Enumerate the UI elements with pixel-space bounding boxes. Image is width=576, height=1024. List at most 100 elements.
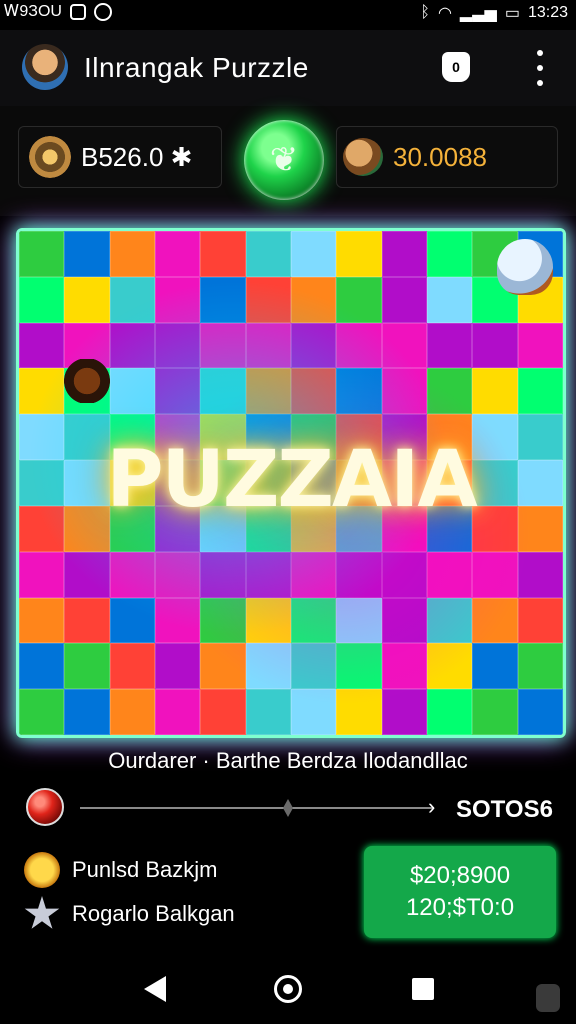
puzzle-piece[interactable] <box>19 643 65 690</box>
puzzle-piece[interactable] <box>426 551 473 598</box>
puzzle-piece[interactable] <box>381 231 427 277</box>
red-ball-icon[interactable] <box>26 788 64 826</box>
slider-track[interactable] <box>80 807 434 809</box>
puzzle-piece[interactable] <box>290 368 337 415</box>
puzzle-piece[interactable] <box>336 322 382 369</box>
puzzle-board[interactable]: PUZZAIA <box>16 228 566 738</box>
puzzle-piece[interactable] <box>426 276 473 323</box>
puzzle-piece[interactable] <box>290 322 337 369</box>
puzzle-piece[interactable] <box>64 689 110 735</box>
slider-knob[interactable] <box>283 799 293 817</box>
puzzle-piece[interactable] <box>290 597 337 644</box>
puzzle-piece[interactable] <box>381 643 427 690</box>
puzzle-piece[interactable] <box>19 551 65 598</box>
puzzle-piece[interactable] <box>472 597 518 644</box>
leader-row[interactable]: Punlsd Bazkjm <box>24 852 218 888</box>
home-icon[interactable] <box>274 975 302 1003</box>
puzzle-piece[interactable] <box>245 551 291 598</box>
avatar[interactable] <box>22 44 68 90</box>
puzzle-piece[interactable] <box>200 368 246 415</box>
puzzle-piece[interactable] <box>154 597 201 644</box>
loose-piece-icon[interactable] <box>63 359 111 403</box>
puzzle-piece[interactable] <box>245 322 291 369</box>
puzzle-piece[interactable] <box>109 689 155 735</box>
gear-currency-box[interactable]: B526.0 ✱ <box>18 126 222 188</box>
puzzle-piece[interactable] <box>245 276 291 323</box>
puzzle-piece[interactable] <box>19 689 65 735</box>
puzzle-piece[interactable] <box>109 551 155 598</box>
shield-badge-button[interactable]: 0 <box>442 52 470 82</box>
coin-currency-box[interactable]: 30.0088 <box>336 126 558 188</box>
puzzle-piece[interactable] <box>154 276 201 323</box>
puzzle-piece[interactable] <box>64 551 110 598</box>
puzzle-piece[interactable] <box>109 231 155 277</box>
puzzle-piece[interactable] <box>426 368 473 415</box>
puzzle-piece[interactable] <box>426 231 473 277</box>
puzzle-piece[interactable] <box>200 276 246 323</box>
puzzle-piece[interactable] <box>472 689 518 735</box>
puzzle-piece[interactable] <box>517 643 563 690</box>
puzzle-piece[interactable] <box>200 597 246 644</box>
puzzle-piece[interactable] <box>200 231 246 277</box>
puzzle-piece[interactable] <box>200 322 246 369</box>
puzzle-piece[interactable] <box>336 231 382 277</box>
puzzle-piece[interactable] <box>109 276 155 323</box>
puzzle-piece[interactable] <box>154 322 201 369</box>
puzzle-piece[interactable] <box>19 276 65 323</box>
chevron-right-icon[interactable]: › <box>428 794 435 820</box>
puzzle-piece[interactable] <box>245 689 291 735</box>
puzzle-piece[interactable] <box>109 597 155 644</box>
recents-icon[interactable] <box>412 978 434 1000</box>
puzzle-piece[interactable] <box>154 231 201 277</box>
puzzle-piece[interactable] <box>517 322 563 369</box>
puzzle-piece[interactable] <box>336 551 382 598</box>
puzzle-piece[interactable] <box>426 597 473 644</box>
puzzle-piece[interactable] <box>381 689 427 735</box>
puzzle-piece[interactable] <box>517 689 563 735</box>
puzzle-piece[interactable] <box>109 368 155 415</box>
puzzle-piece[interactable] <box>19 368 65 415</box>
more-options-icon[interactable] <box>532 50 548 86</box>
puzzle-piece[interactable] <box>381 322 427 369</box>
puzzle-piece[interactable] <box>245 231 291 277</box>
puzzle-piece[interactable] <box>19 231 65 277</box>
puzzle-piece[interactable] <box>290 689 337 735</box>
puzzle-piece[interactable] <box>200 689 246 735</box>
puzzle-piece[interactable] <box>154 551 201 598</box>
puzzle-piece[interactable] <box>426 689 473 735</box>
puzzle-piece[interactable] <box>336 368 382 415</box>
puzzle-piece[interactable] <box>336 276 382 323</box>
puzzle-piece[interactable] <box>290 643 337 690</box>
puzzle-piece[interactable] <box>290 276 337 323</box>
accessibility-icon[interactable] <box>536 984 560 1012</box>
puzzle-piece[interactable] <box>336 689 382 735</box>
puzzle-piece[interactable] <box>245 368 291 415</box>
puzzle-piece[interactable] <box>472 643 518 690</box>
puzzle-piece[interactable] <box>381 597 427 644</box>
puzzle-piece[interactable] <box>64 231 110 277</box>
puzzle-piece[interactable] <box>64 597 110 644</box>
puzzle-piece[interactable] <box>290 231 337 277</box>
price-button[interactable]: $20;8900 120;$T0:0 <box>364 846 556 938</box>
puzzle-piece[interactable] <box>426 643 473 690</box>
leader-row[interactable]: Rogarlo Balkgan <box>24 896 235 932</box>
puzzle-piece[interactable] <box>472 551 518 598</box>
puzzle-piece[interactable] <box>426 322 473 369</box>
puzzle-piece[interactable] <box>290 551 337 598</box>
puzzle-piece[interactable] <box>64 643 110 690</box>
puzzle-piece[interactable] <box>154 689 201 735</box>
puzzle-piece[interactable] <box>200 551 246 598</box>
puzzle-piece[interactable] <box>109 322 155 369</box>
puzzle-piece[interactable] <box>381 276 427 323</box>
puzzle-piece[interactable] <box>19 322 65 369</box>
puzzle-piece[interactable] <box>245 643 291 690</box>
puzzle-piece[interactable] <box>472 368 518 415</box>
puzzle-piece[interactable] <box>336 597 382 644</box>
puzzle-piece[interactable] <box>381 368 427 415</box>
green-gem-button[interactable]: ❦ <box>244 120 324 200</box>
puzzle-piece[interactable] <box>381 551 427 598</box>
puzzle-piece[interactable] <box>154 643 201 690</box>
puzzle-piece[interactable] <box>245 597 291 644</box>
puzzle-piece[interactable] <box>154 368 201 415</box>
puzzle-piece[interactable] <box>19 597 65 644</box>
